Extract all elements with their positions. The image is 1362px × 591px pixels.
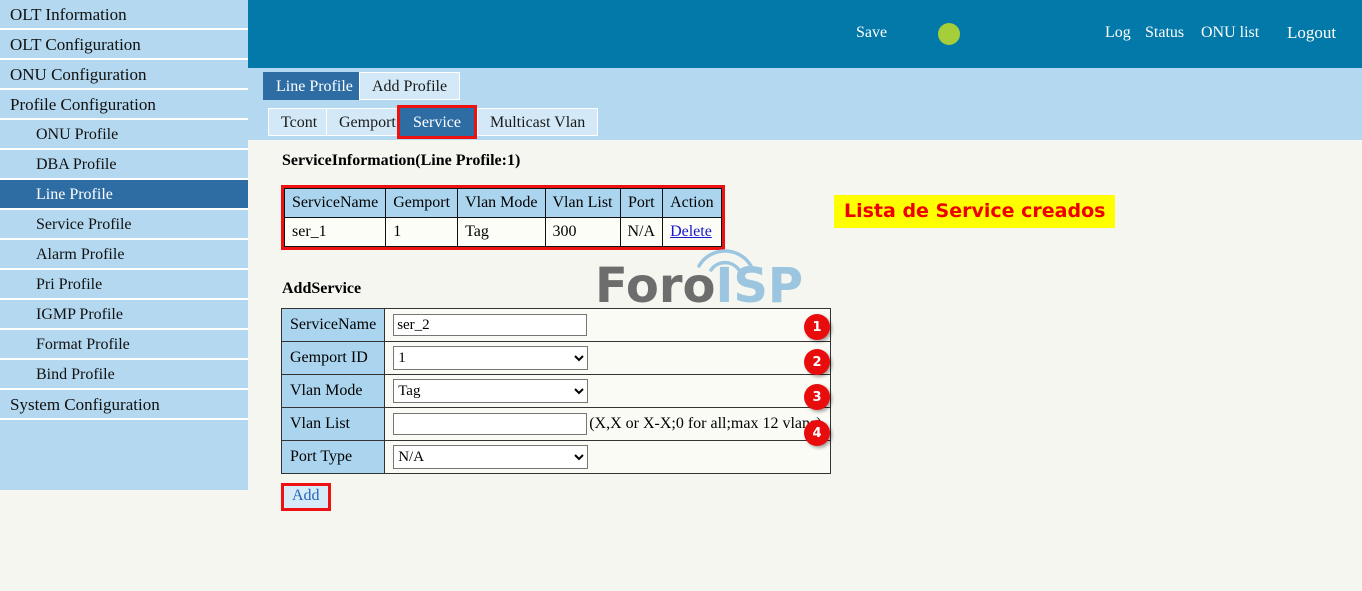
field-service-name-cell bbox=[385, 309, 830, 342]
sidebar-item-label: Service Profile bbox=[36, 216, 132, 233]
tab-gemport[interactable]: Gemport bbox=[326, 108, 409, 136]
watermark-text-isp: ISP bbox=[715, 258, 803, 314]
header-link-log[interactable]: Log bbox=[1105, 24, 1131, 42]
cell-port: N/A bbox=[620, 218, 663, 247]
sidebar-item-label: Profile Configuration bbox=[10, 95, 156, 114]
col-vlan-list: Vlan List bbox=[545, 189, 620, 218]
watermark-text-foro: Foro bbox=[595, 258, 715, 314]
sidebar-item-line-profile[interactable]: Line Profile bbox=[0, 180, 248, 210]
sidebar: V·SOL OLT InformationOLT ConfigurationON… bbox=[0, 0, 248, 490]
logout-button[interactable]: Logout bbox=[1287, 23, 1336, 43]
label-gemport-id: Gemport ID bbox=[282, 342, 385, 375]
col-action: Action bbox=[663, 189, 722, 218]
sidebar-item-bind-profile[interactable]: Bind Profile bbox=[0, 360, 248, 390]
label-port-type: Port Type bbox=[282, 441, 385, 474]
sidebar-item-label: ONU Profile bbox=[36, 126, 118, 143]
port-type-select[interactable]: N/A bbox=[393, 445, 588, 469]
tab-add-profile[interactable]: Add Profile bbox=[359, 72, 460, 100]
foroisp-watermark: ForoISP bbox=[595, 262, 803, 310]
sidebar-item-label: Format Profile bbox=[36, 336, 130, 353]
sidebar-item-format-profile[interactable]: Format Profile bbox=[0, 330, 248, 360]
form-row-port-type: Port Type N/A bbox=[282, 441, 831, 474]
tab-tcont[interactable]: Tcont bbox=[268, 108, 330, 136]
sidebar-item-dba-profile[interactable]: DBA Profile bbox=[0, 150, 248, 180]
sidebar-item-profile-configuration[interactable]: Profile Configuration bbox=[0, 90, 248, 120]
sidebar-item-label: Pri Profile bbox=[36, 276, 102, 293]
service-information-table: ServiceName Gemport Vlan Mode Vlan List … bbox=[284, 188, 722, 247]
add-service-title: AddService bbox=[282, 280, 361, 298]
cell-service-name: ser_1 bbox=[285, 218, 386, 247]
form-row-vlan-list: Vlan List (X,X or X-X;0 for all;max 12 v… bbox=[282, 408, 831, 441]
header-link-onu-list[interactable]: ONU list bbox=[1201, 24, 1259, 42]
sidebar-item-onu-configuration[interactable]: ONU Configuration bbox=[0, 60, 248, 90]
cell-vlan-mode: Tag bbox=[458, 218, 545, 247]
vlan-list-hint: (X,X or X-X;0 for all;max 12 vlans) bbox=[589, 415, 821, 433]
tab-line-profile[interactable]: Line Profile bbox=[263, 72, 366, 100]
table-header-row: ServiceName Gemport Vlan Mode Vlan List … bbox=[285, 189, 722, 218]
sidebar-item-label: System Configuration bbox=[10, 395, 160, 414]
callout-label: Lista de Service creados bbox=[834, 195, 1115, 228]
sidebar-item-service-profile[interactable]: Service Profile bbox=[0, 210, 248, 240]
sidebar-item-label: DBA Profile bbox=[36, 156, 116, 173]
sidebar-item-label: IGMP Profile bbox=[36, 306, 123, 323]
add-button[interactable]: Add bbox=[281, 483, 331, 511]
gemport-id-select[interactable]: 1 bbox=[393, 346, 588, 370]
top-header-bar: Save Log Status ONU list Logout bbox=[248, 0, 1362, 68]
sidebar-item-olt-configuration[interactable]: OLT Configuration bbox=[0, 30, 248, 60]
sidebar-item-label: Line Profile bbox=[36, 186, 113, 203]
step-badge-4: 4 bbox=[804, 420, 830, 446]
service-name-input[interactable] bbox=[393, 314, 587, 336]
delete-link[interactable]: Delete bbox=[670, 223, 712, 240]
sidebar-item-label: OLT Information bbox=[10, 5, 127, 24]
cell-action: Delete bbox=[663, 218, 722, 247]
label-vlan-list: Vlan List bbox=[282, 408, 385, 441]
service-information-title: ServiceInformation(Line Profile:1) bbox=[282, 152, 520, 170]
sidebar-item-alarm-profile[interactable]: Alarm Profile bbox=[0, 240, 248, 270]
sidebar-item-onu-profile[interactable]: ONU Profile bbox=[0, 120, 248, 150]
add-service-form: ServiceName Gemport ID 1 bbox=[281, 308, 831, 474]
col-vlan-mode: Vlan Mode bbox=[458, 189, 545, 218]
sidebar-item-system-configuration[interactable]: System Configuration bbox=[0, 390, 248, 420]
sidebar-item-pri-profile[interactable]: Pri Profile bbox=[0, 270, 248, 300]
table-row: ser_1 1 Tag 300 N/A Delete bbox=[285, 218, 722, 247]
main-content: ServiceInformation(Line Profile:1) Servi… bbox=[248, 140, 1362, 591]
secondary-tab-strip: Tcont Gemport Service Multicast Vlan bbox=[248, 104, 1362, 140]
sidebar-item-label: OLT Configuration bbox=[10, 35, 141, 54]
sidebar-nav: OLT Information OLT Configuration ONU Conf… bbox=[0, 0, 248, 420]
tab-service[interactable]: Service bbox=[400, 108, 474, 136]
form-row-vlan-mode: Vlan Mode Tag bbox=[282, 375, 831, 408]
service-information-table-highlight: ServiceName Gemport Vlan Mode Vlan List … bbox=[281, 185, 725, 250]
vlan-mode-select[interactable]: Tag bbox=[393, 379, 588, 403]
add-service-form-table: ServiceName Gemport ID 1 bbox=[281, 308, 831, 474]
col-port: Port bbox=[620, 189, 663, 218]
page-root: V·SOL OLT InformationOLT ConfigurationON… bbox=[0, 0, 1362, 591]
primary-tab-strip: Line Profile Add Profile bbox=[248, 68, 1362, 104]
cell-gemport: 1 bbox=[386, 218, 458, 247]
sidebar-item-label: Bind Profile bbox=[36, 366, 115, 383]
sidebar-item-label: ONU Configuration bbox=[10, 65, 146, 84]
step-badge-1: 1 bbox=[804, 314, 830, 340]
step-badge-2: 2 bbox=[804, 349, 830, 375]
save-button[interactable]: Save bbox=[856, 24, 887, 42]
tab-multicast-vlan[interactable]: Multicast Vlan bbox=[477, 108, 598, 136]
step-badge-3: 3 bbox=[804, 384, 830, 410]
form-row-gemport-id: Gemport ID 1 bbox=[282, 342, 831, 375]
vlan-list-input[interactable] bbox=[393, 413, 587, 435]
label-vlan-mode: Vlan Mode bbox=[282, 375, 385, 408]
field-port-type-cell: N/A bbox=[385, 441, 830, 474]
label-service-name: ServiceName bbox=[282, 309, 385, 342]
status-dot-green-icon[interactable] bbox=[938, 23, 960, 45]
col-gemport: Gemport bbox=[386, 189, 458, 218]
sidebar-item-olt-information[interactable]: OLT Information bbox=[0, 0, 248, 30]
sidebar-item-igmp-profile[interactable]: IGMP Profile bbox=[0, 300, 248, 330]
field-vlan-mode-cell: Tag bbox=[385, 375, 830, 408]
header-link-status[interactable]: Status bbox=[1145, 24, 1184, 42]
cell-vlan-list: 300 bbox=[545, 218, 620, 247]
col-service-name: ServiceName bbox=[285, 189, 386, 218]
form-row-service-name: ServiceName bbox=[282, 309, 831, 342]
field-gemport-id-cell: 1 bbox=[385, 342, 830, 375]
sidebar-item-label: Alarm Profile bbox=[36, 246, 124, 263]
field-vlan-list-cell: (X,X or X-X;0 for all;max 12 vlans) bbox=[385, 408, 830, 441]
